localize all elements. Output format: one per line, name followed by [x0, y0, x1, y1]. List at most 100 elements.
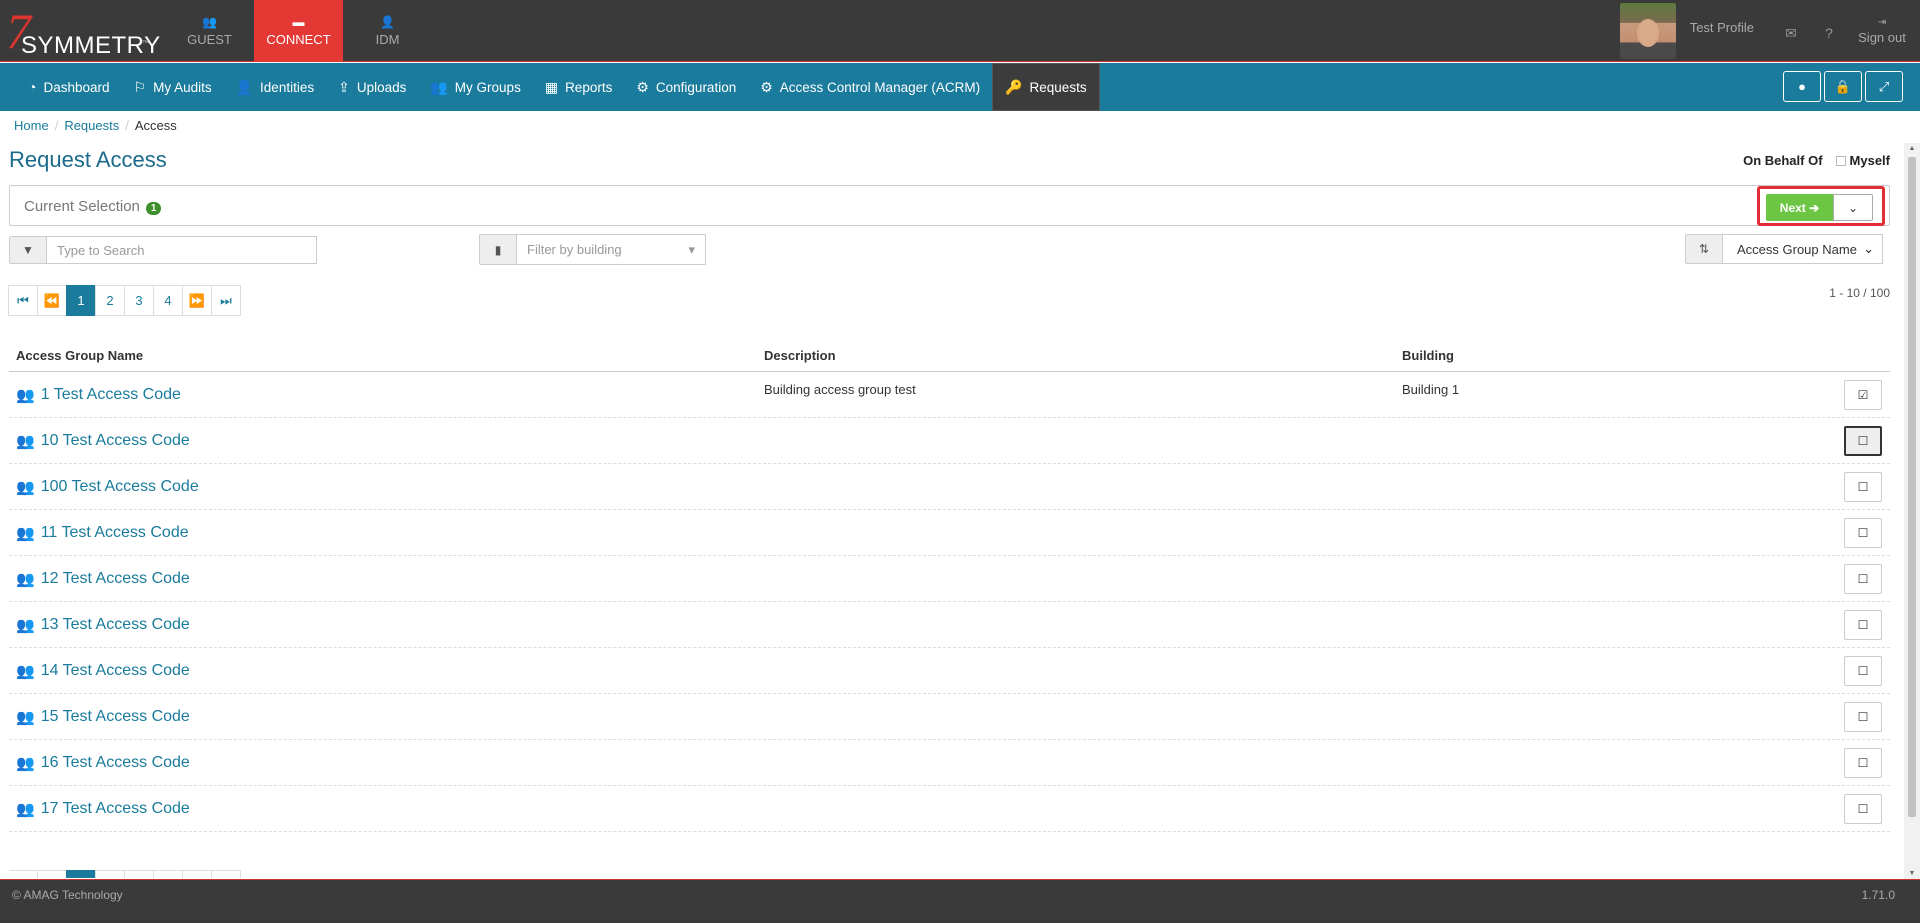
myself-checkbox[interactable]: [1835, 155, 1846, 166]
access-group-link[interactable]: 👥 10 Test Access Code: [9, 418, 764, 463]
expand-icon: ⤢: [1878, 78, 1890, 94]
nav-my-groups[interactable]: 👥 My Groups: [418, 63, 532, 111]
page-1-button[interactable]: [66, 870, 96, 878]
scroll-up-arrow-icon[interactable]: ▲: [1908, 145, 1916, 152]
breadcrumb-home[interactable]: Home: [14, 118, 49, 133]
page-1-button[interactable]: 1: [66, 285, 96, 316]
page-3-button[interactable]: 3: [124, 285, 154, 316]
prev-page-button[interactable]: ⏪: [37, 285, 67, 316]
access-group-name: 15 Test Access Code: [40, 707, 190, 725]
page-scrollbar[interactable]: ▲ ▼: [1904, 143, 1920, 879]
fullscreen-button[interactable]: ⤢: [1865, 71, 1903, 102]
users-icon: 👥: [430, 78, 448, 95]
nav-dashboard[interactable]: ◔ Dashboard: [16, 63, 122, 111]
breadcrumb-requests[interactable]: Requests: [64, 118, 119, 133]
main-nav: ◔ Dashboard ⚐ My Audits 👤 Identities ⇪ Uploa…: [0, 63, 1920, 111]
nav-reports[interactable]: ▦ Reports: [533, 63, 625, 111]
current-selection-label[interactable]: Current Selection 1: [24, 198, 162, 215]
help-icon[interactable]: ?: [1810, 25, 1848, 41]
next-page-button[interactable]: [182, 870, 212, 878]
header-building[interactable]: Building: [1402, 348, 1842, 363]
access-group-link[interactable]: 👥 14 Test Access Code: [9, 648, 764, 693]
prev-page-button[interactable]: [37, 870, 67, 878]
access-group-link[interactable]: 👥 12 Test Access Code: [9, 556, 764, 601]
nav-requests[interactable]: 🔑 Requests: [992, 63, 1100, 111]
page-2-button[interactable]: [95, 870, 125, 878]
app-idm[interactable]: 👤 IDM: [343, 0, 432, 62]
nav-uploads[interactable]: ⇪ Uploads: [326, 63, 418, 111]
lock-button[interactable]: 🔒: [1824, 71, 1862, 102]
search-input[interactable]: [47, 236, 317, 264]
building-filter-select[interactable]: Filter by building ▾: [517, 234, 706, 265]
row-select-checkbox[interactable]: ☐: [1844, 794, 1882, 824]
row-select-checkbox[interactable]: ☐: [1844, 518, 1882, 548]
unchecked-checkbox-icon: ☐: [1857, 526, 1869, 540]
nav-label: My Audits: [153, 79, 212, 95]
page-2-button[interactable]: 2: [95, 285, 125, 316]
access-group-description: [764, 556, 1402, 601]
page-4-button[interactable]: [153, 870, 183, 878]
users-icon: 👥: [16, 570, 35, 588]
chevron-down-icon: ⌄: [1863, 241, 1874, 256]
table-row: 👥 12 Test Access Code ☐: [9, 556, 1890, 602]
row-select-checkbox[interactable]: ☐: [1844, 472, 1882, 502]
row-select-checkbox[interactable]: ☐: [1844, 702, 1882, 732]
next-page-button[interactable]: ⏩: [182, 285, 212, 316]
next-button[interactable]: Next ➔: [1766, 194, 1833, 221]
last-page-button[interactable]: ⏭: [211, 285, 241, 316]
row-select-checkbox[interactable]: ☐: [1844, 426, 1882, 456]
nav-button-group: ● 🔒 ⤢: [1780, 71, 1903, 102]
row-select-checkbox[interactable]: ☐: [1844, 610, 1882, 640]
header-description[interactable]: Description: [764, 348, 1402, 363]
page-3-button[interactable]: [124, 870, 154, 878]
access-group-building: [1402, 602, 1842, 647]
table-header: Access Group Name Description Building: [9, 340, 1890, 372]
row-select-checkbox[interactable]: ☐: [1844, 564, 1882, 594]
nav-label: Reports: [565, 79, 613, 95]
globe-button[interactable]: ●: [1783, 71, 1821, 102]
sign-out-button[interactable]: ⇥ Sign out: [1848, 17, 1916, 45]
nav-identities[interactable]: 👤 Identities: [224, 63, 326, 111]
access-group-link[interactable]: 👥 17 Test Access Code: [9, 786, 764, 831]
gear-icon: ⚙: [760, 78, 773, 95]
access-group-link[interactable]: 👥 13 Test Access Code: [9, 602, 764, 647]
access-group-description: [764, 786, 1402, 831]
scroll-down-arrow-icon[interactable]: ▼: [1908, 870, 1916, 877]
app-connect[interactable]: ▬ CONNECT: [254, 0, 343, 62]
access-group-link[interactable]: 👥 11 Test Access Code: [9, 510, 764, 555]
symmetry-logo[interactable]: 7 SYMMETRY ™: [6, 6, 160, 60]
nav-configuration[interactable]: ⚙ Configuration: [624, 63, 748, 111]
avatar[interactable]: [1619, 3, 1676, 59]
nav-acrm[interactable]: ⚙ Access Control Manager (ACRM): [748, 63, 992, 111]
row-select-checkbox[interactable]: ☐: [1844, 748, 1882, 778]
scroll-thumb[interactable]: [1908, 157, 1916, 817]
result-range: 1 - 10 / 100: [1829, 286, 1890, 300]
access-group-link[interactable]: 👥 16 Test Access Code: [9, 740, 764, 785]
mail-icon[interactable]: ✉: [1772, 25, 1810, 42]
myself-label[interactable]: Myself: [1850, 153, 1890, 168]
row-select-checkbox[interactable]: ☐: [1844, 656, 1882, 686]
access-group-name: 14 Test Access Code: [40, 661, 190, 679]
last-page-button[interactable]: [211, 870, 241, 878]
app-guest[interactable]: 👥 GUEST: [165, 0, 254, 62]
access-group-link[interactable]: 👥 1 Test Access Code: [9, 372, 764, 417]
header-access-group-name[interactable]: Access Group Name: [9, 348, 764, 363]
access-group-link[interactable]: 👥 100 Test Access Code: [9, 464, 764, 509]
page-4-button[interactable]: 4: [153, 285, 183, 316]
app-idm-label: IDM: [375, 32, 400, 47]
profile-name[interactable]: Test Profile: [1690, 20, 1754, 35]
sort-icon[interactable]: ⇅: [1685, 234, 1723, 264]
access-group-link[interactable]: 👥 15 Test Access Code: [9, 694, 764, 739]
sort-select[interactable]: Access Group Name ⌄: [1723, 234, 1883, 264]
row-select-checkbox[interactable]: ☑: [1844, 380, 1882, 410]
user-cog-icon: 👤: [380, 15, 395, 29]
next-dropdown-button[interactable]: ⌄: [1833, 194, 1873, 221]
first-page-button[interactable]: ⏮: [8, 285, 38, 316]
nav-label: Requests: [1029, 79, 1087, 95]
nav-my-audits[interactable]: ⚐ My Audits: [122, 63, 224, 111]
access-group-building: [1402, 786, 1842, 831]
table-row: 👥 13 Test Access Code ☐: [9, 602, 1890, 648]
main-nav-items: ◔ Dashboard ⚐ My Audits 👤 Identities ⇪ Uploa…: [16, 63, 1100, 111]
page-title: Request Access: [9, 147, 167, 172]
first-page-button[interactable]: [9, 870, 38, 878]
